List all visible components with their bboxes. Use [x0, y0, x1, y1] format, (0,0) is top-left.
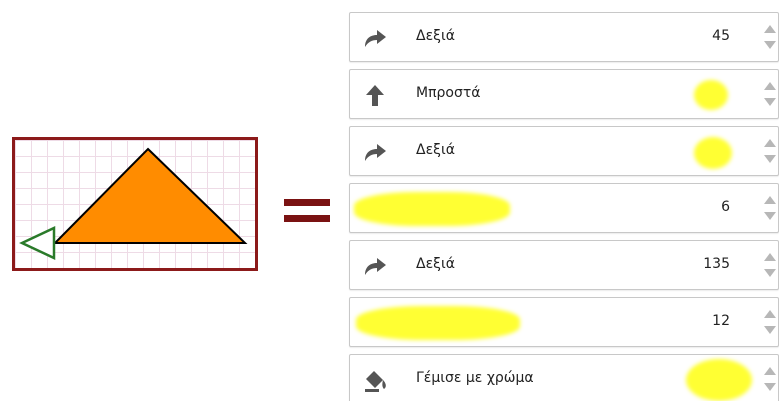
command-value[interactable]: 6: [700, 199, 730, 215]
turn-right-icon: [365, 30, 386, 47]
spinner-down-icon[interactable]: [764, 269, 776, 277]
command-highlight: [354, 192, 510, 226]
drawing-canvas: [12, 137, 258, 271]
command-row-turn-right[interactable]: Δεξιά: [349, 126, 779, 176]
value-spinner[interactable]: [762, 249, 776, 283]
equals-sign: [284, 196, 330, 226]
orange-triangle: [52, 147, 248, 244]
command-highlight: [356, 306, 520, 340]
spinner-up-icon[interactable]: [764, 367, 776, 375]
command-value[interactable]: 45: [700, 28, 730, 44]
command-label: Μπροστά: [416, 85, 481, 101]
spinner-down-icon[interactable]: [764, 326, 776, 334]
value-spinner[interactable]: [762, 135, 776, 169]
command-label: Δεξιά: [416, 28, 455, 44]
value-spinner[interactable]: [762, 363, 776, 397]
command-row-turn-right[interactable]: Δεξιά 45: [349, 12, 779, 62]
value-highlight: [694, 80, 728, 110]
command-label: Γέμισε με χρώμα: [416, 370, 534, 386]
value-spinner[interactable]: [762, 21, 776, 55]
spinner-down-icon[interactable]: [764, 212, 776, 220]
spinner-up-icon[interactable]: [764, 139, 776, 147]
command-value[interactable]: 12: [700, 313, 730, 329]
spinner-down-icon[interactable]: [764, 98, 776, 106]
command-row-hidden[interactable]: 6: [349, 183, 779, 233]
spinner-up-icon[interactable]: [764, 82, 776, 90]
turn-right-icon: [365, 258, 386, 275]
command-row-turn-right[interactable]: Δεξιά 135: [349, 240, 779, 290]
value-spinner[interactable]: [762, 78, 776, 112]
command-label: Δεξιά: [416, 142, 455, 158]
turtle-icon: [19, 226, 56, 260]
value-spinner[interactable]: [762, 192, 776, 226]
arrow-up-icon: [366, 85, 384, 106]
spinner-up-icon[interactable]: [764, 25, 776, 33]
command-value[interactable]: 135: [700, 256, 730, 272]
spinner-up-icon[interactable]: [764, 253, 776, 261]
spinner-down-icon[interactable]: [764, 155, 776, 163]
canvas-drawing: [19, 147, 248, 260]
command-row-fill-color[interactable]: Γέμισε με χρώμα: [349, 354, 779, 401]
spinner-down-icon[interactable]: [764, 41, 776, 49]
spinner-down-icon[interactable]: [764, 383, 776, 391]
stage: Δεξιά 45 Μπροστά Δεξιά 6 Δεξιά 135 12 Γέ…: [0, 0, 779, 401]
spinner-up-icon[interactable]: [764, 310, 776, 318]
spinner-up-icon[interactable]: [764, 196, 776, 204]
value-spinner[interactable]: [762, 306, 776, 340]
paint-bucket-icon: [365, 371, 386, 392]
value-highlight: [694, 137, 732, 169]
turn-right-icon: [365, 144, 386, 161]
command-label: Δεξιά: [416, 256, 455, 272]
command-row-forward[interactable]: Μπροστά: [349, 69, 779, 119]
value-highlight: [686, 359, 752, 401]
command-row-hidden[interactable]: 12: [349, 297, 779, 347]
